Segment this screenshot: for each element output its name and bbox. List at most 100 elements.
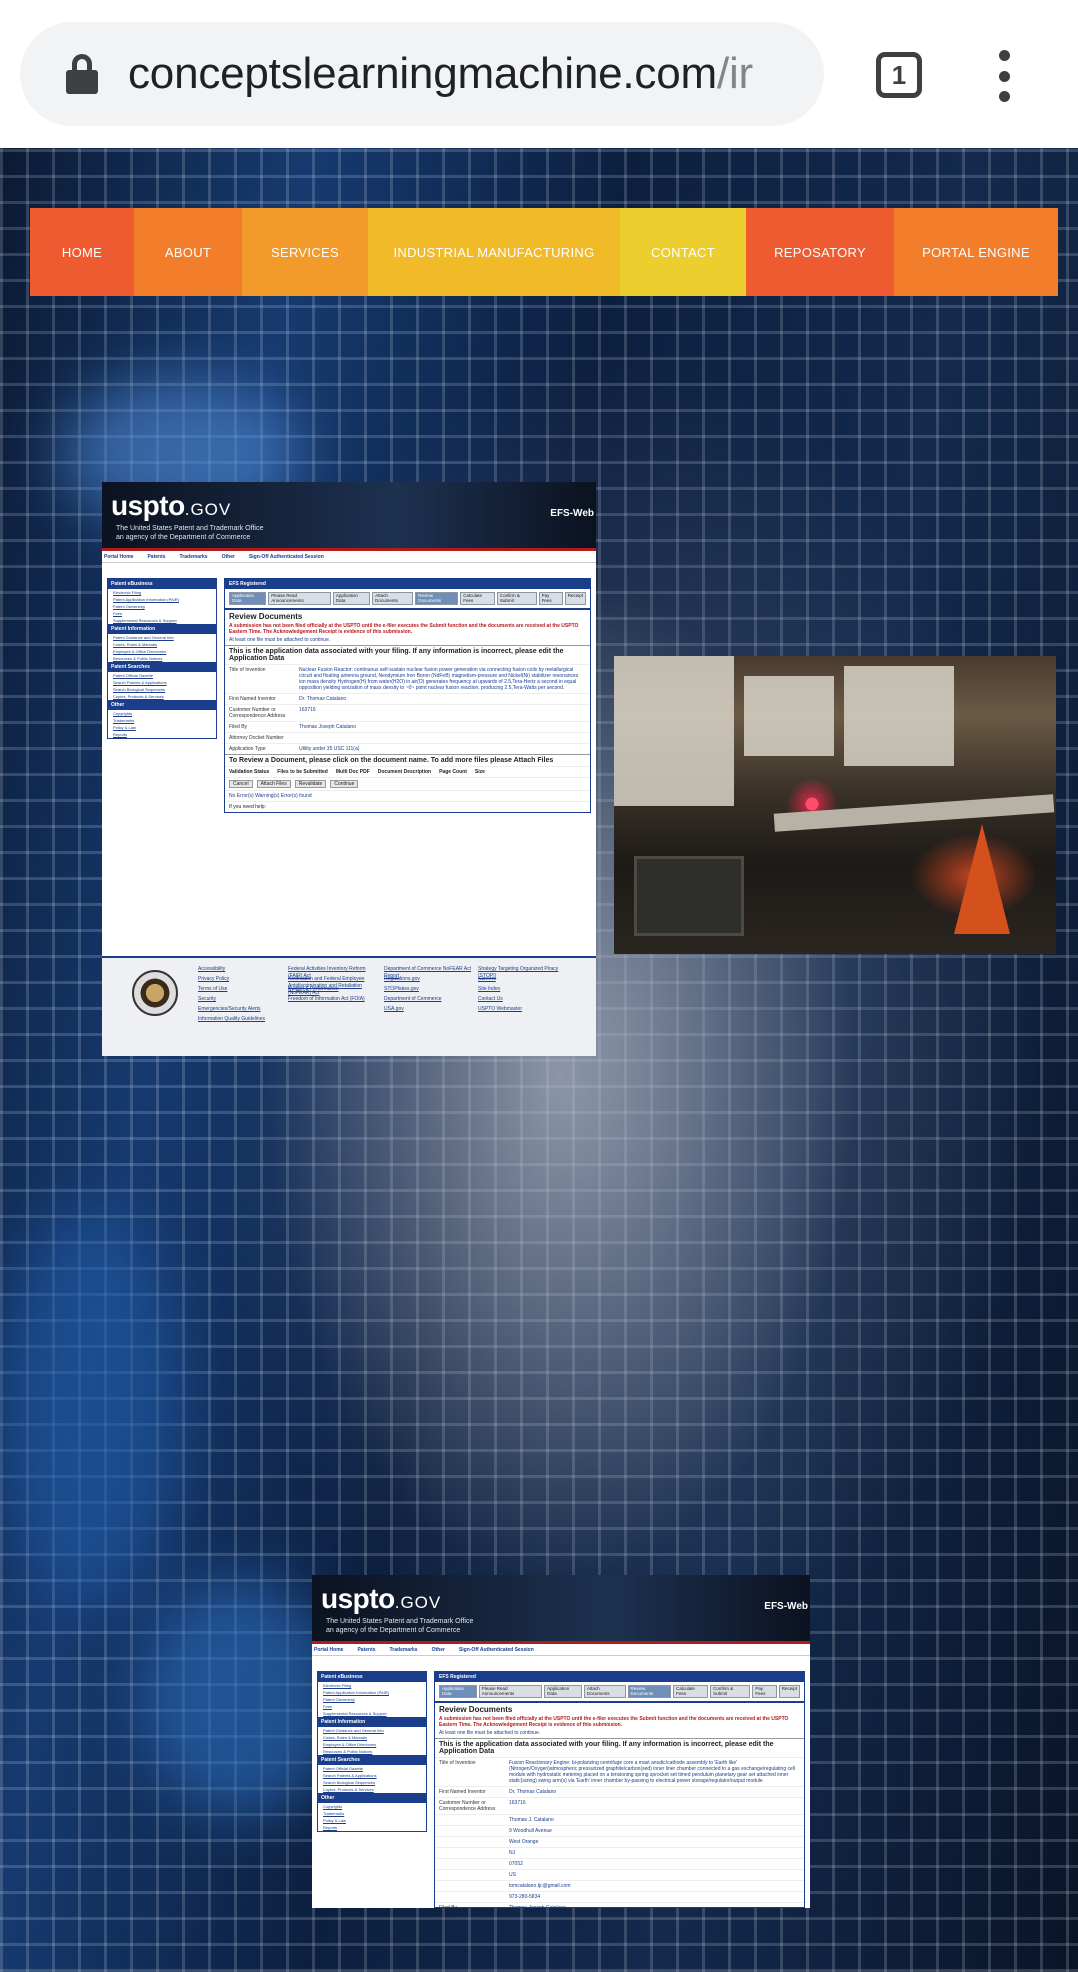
efs-step-tab[interactable]: Receipt [564,592,586,605]
uspto-topnav-link[interactable]: Patents [357,1647,375,1653]
sidebar-link[interactable]: Search Patents & Applications [318,1772,426,1779]
uspto-topnav-link[interactable]: Trademarks [390,1647,418,1653]
efs-step-tab[interactable]: Please Read Announcements [268,592,331,605]
uspto-topnav-link[interactable]: Sign-Off Authenticated Session [459,1647,534,1653]
sidebar-link[interactable]: Employee & Office Directories [318,1741,426,1748]
footer-link[interactable]: Freedom of Information Act (FOIA) [288,996,376,1003]
sidebar-link[interactable]: Resources & Public Notices [108,655,216,662]
nav-item-reposatory[interactable]: REPOSATORY [746,208,894,296]
efs-step-tab[interactable]: Confirm & Submit [710,1685,751,1698]
sidebar-link[interactable]: Resources & Public Notices [318,1748,426,1755]
address-bar[interactable]: conceptslearningmachine.com/ir [20,22,824,126]
efs-step-tab[interactable]: Pay Fees [538,592,563,605]
efs-step-tab[interactable]: Please Read Announcements [478,1685,543,1698]
footer-link[interactable]: Contact Us [478,996,566,1003]
footer-link[interactable]: Security [198,996,286,1003]
nav-item-contact[interactable]: CONTACT [620,208,746,296]
sidebar-link[interactable]: Employee & Office Directories [108,648,216,655]
url-text[interactable]: conceptslearningmachine.com/ir [128,49,753,99]
sidebar-link[interactable]: Electronic Filing [318,1682,426,1689]
footer-link[interactable]: Regulations.gov [384,976,472,983]
sidebar-link[interactable]: Reports [318,1824,426,1831]
nav-item-about[interactable]: ABOUT [134,208,242,296]
sidebar-link[interactable]: Fees [318,1703,426,1710]
footer-link[interactable]: Emergencies/Security Alerts [198,1006,286,1013]
sidebar-link[interactable]: Copyrights [108,710,216,717]
efs-button-continue[interactable]: Continue [330,780,359,788]
sidebar-link[interactable]: Copies, Products & Services [108,693,216,700]
nav-item-home[interactable]: HOME [30,208,134,296]
efs-step-tab[interactable]: Calculate Fees [460,592,495,605]
sidebar-link[interactable]: Search Biological Sequences [318,1779,426,1786]
footer-link[interactable]: Careers [478,976,566,983]
efs-step-tab[interactable]: Calculate Fees [673,1685,709,1698]
sidebar-link[interactable]: Policy & Law [318,1817,426,1824]
sidebar-link[interactable]: Electronic Filing [108,589,216,596]
efs-step-tab[interactable]: Application Data [332,592,371,605]
sidebar-link[interactable]: Patent Ownership [318,1696,426,1703]
app-data-fields: Title of Invention Nuclear Fusion Reactor… [225,664,590,754]
more-vert-icon[interactable] [988,50,1020,102]
sidebar-link[interactable]: Codes, Rules & Manuals [108,641,216,648]
sidebar-link[interactable]: Patent Official Gazette [108,672,216,679]
sidebar-link[interactable]: Copyrights [318,1803,426,1810]
footer-link[interactable]: USPTO Webmaster [478,1006,566,1013]
sidebar-link[interactable]: Fees [108,610,216,617]
footer-link[interactable]: Accessibility [198,966,286,973]
sidebar-link[interactable]: Search Patents & Applications [108,679,216,686]
efs-step-tab[interactable]: Application Data [229,592,267,605]
footer-link[interactable]: Terms of Use [198,986,286,993]
uspto-topnav-link[interactable]: Portal Home [104,554,133,560]
sidebar-link[interactable]: Supplemental Resources & Support [318,1710,426,1717]
uspto-topnav-link[interactable]: Other [432,1647,445,1653]
uspto-topnav-link[interactable]: Patents [147,554,165,560]
efs-step-tab[interactable]: Pay Fees [752,1685,777,1698]
uspto-topnav-link[interactable]: Trademarks [180,554,208,560]
table-header-cell: Validation Status [229,769,270,775]
nav-item-services[interactable]: SERVICES [242,208,368,296]
sidebar-link[interactable]: Patent Guidance and General Info [108,634,216,641]
efs-button-cancel[interactable]: Cancel [229,780,253,788]
efs-step-tab[interactable]: Application Data [544,1685,582,1698]
efs-step-tab[interactable]: Attach Documents [372,592,414,605]
uspto-topnav-link[interactable]: Other [222,554,235,560]
footer-link[interactable]: Information Quality Guidelines [198,1016,286,1023]
uspto-screenshot-2[interactable]: uspto.GOV The United States Patent and T… [312,1575,810,1908]
lock-icon[interactable] [66,54,98,94]
footer-link[interactable]: STOPfakes.gov [384,986,472,993]
footer-link[interactable]: Budget & Performance [288,986,376,993]
sidebar-link[interactable]: Patent Application Information (PAIR) [108,596,216,603]
uspto-topnav-link[interactable]: Sign-Off Authenticated Session [249,554,324,560]
sidebar-link[interactable]: Patent Ownership [108,603,216,610]
sidebar-link[interactable]: Patent Application Information (PAIR) [318,1689,426,1696]
efs-button-revalidate[interactable]: Revalidate [294,780,327,788]
field-label [439,1828,509,1834]
uspto-screenshot-1[interactable]: uspto.GOV The United States Patent and T… [102,482,596,1056]
tab-switcher-icon[interactable]: 1 [876,52,922,98]
sidebar-link[interactable]: Search Biological Sequences [108,686,216,693]
footer-link[interactable]: Department of Commerce [384,996,472,1003]
footer-link[interactable]: Privacy Policy [198,976,286,983]
sidebar-link[interactable]: Patent Official Gazette [318,1765,426,1772]
field-value: Utility under 35 USC 111(a) [299,746,360,752]
footer-link[interactable]: Site Index [478,986,566,993]
sidebar-link[interactable]: Codes, Rules & Manuals [318,1734,426,1741]
nav-item-portal-engine[interactable]: PORTAL ENGINE [894,208,1058,296]
sidebar-link[interactable]: Policy & Law [108,724,216,731]
footer-link[interactable]: USA.gov [384,1006,472,1013]
sidebar-link[interactable]: Patent Guidance and General Info [318,1727,426,1734]
sidebar-link[interactable]: Trademarks [108,717,216,724]
sidebar-link[interactable]: Copies, Products & Services [318,1786,426,1793]
efs-step-tab[interactable]: Application Data [439,1685,477,1698]
uspto-topnav-link[interactable]: Portal Home [314,1647,343,1653]
efs-step-tab[interactable]: Confirm & Submit [496,592,537,605]
sidebar-link[interactable]: Reports [108,731,216,738]
efs-step-tab[interactable]: Attach Documents [583,1685,626,1698]
sidebar-link[interactable]: Supplemental Resources & Support [108,617,216,624]
efs-button-attach-files[interactable]: Attach Files [256,780,291,788]
efs-step-tab[interactable]: Receipt [778,1685,800,1698]
sidebar-link[interactable]: Trademarks [318,1810,426,1817]
nav-item-industrial-manufacturing[interactable]: INDUSTRIAL MANUFACTURING [368,208,620,296]
efs-step-tab[interactable]: Review Documents [627,1685,672,1698]
efs-step-tab[interactable]: Review Documents [415,592,459,605]
